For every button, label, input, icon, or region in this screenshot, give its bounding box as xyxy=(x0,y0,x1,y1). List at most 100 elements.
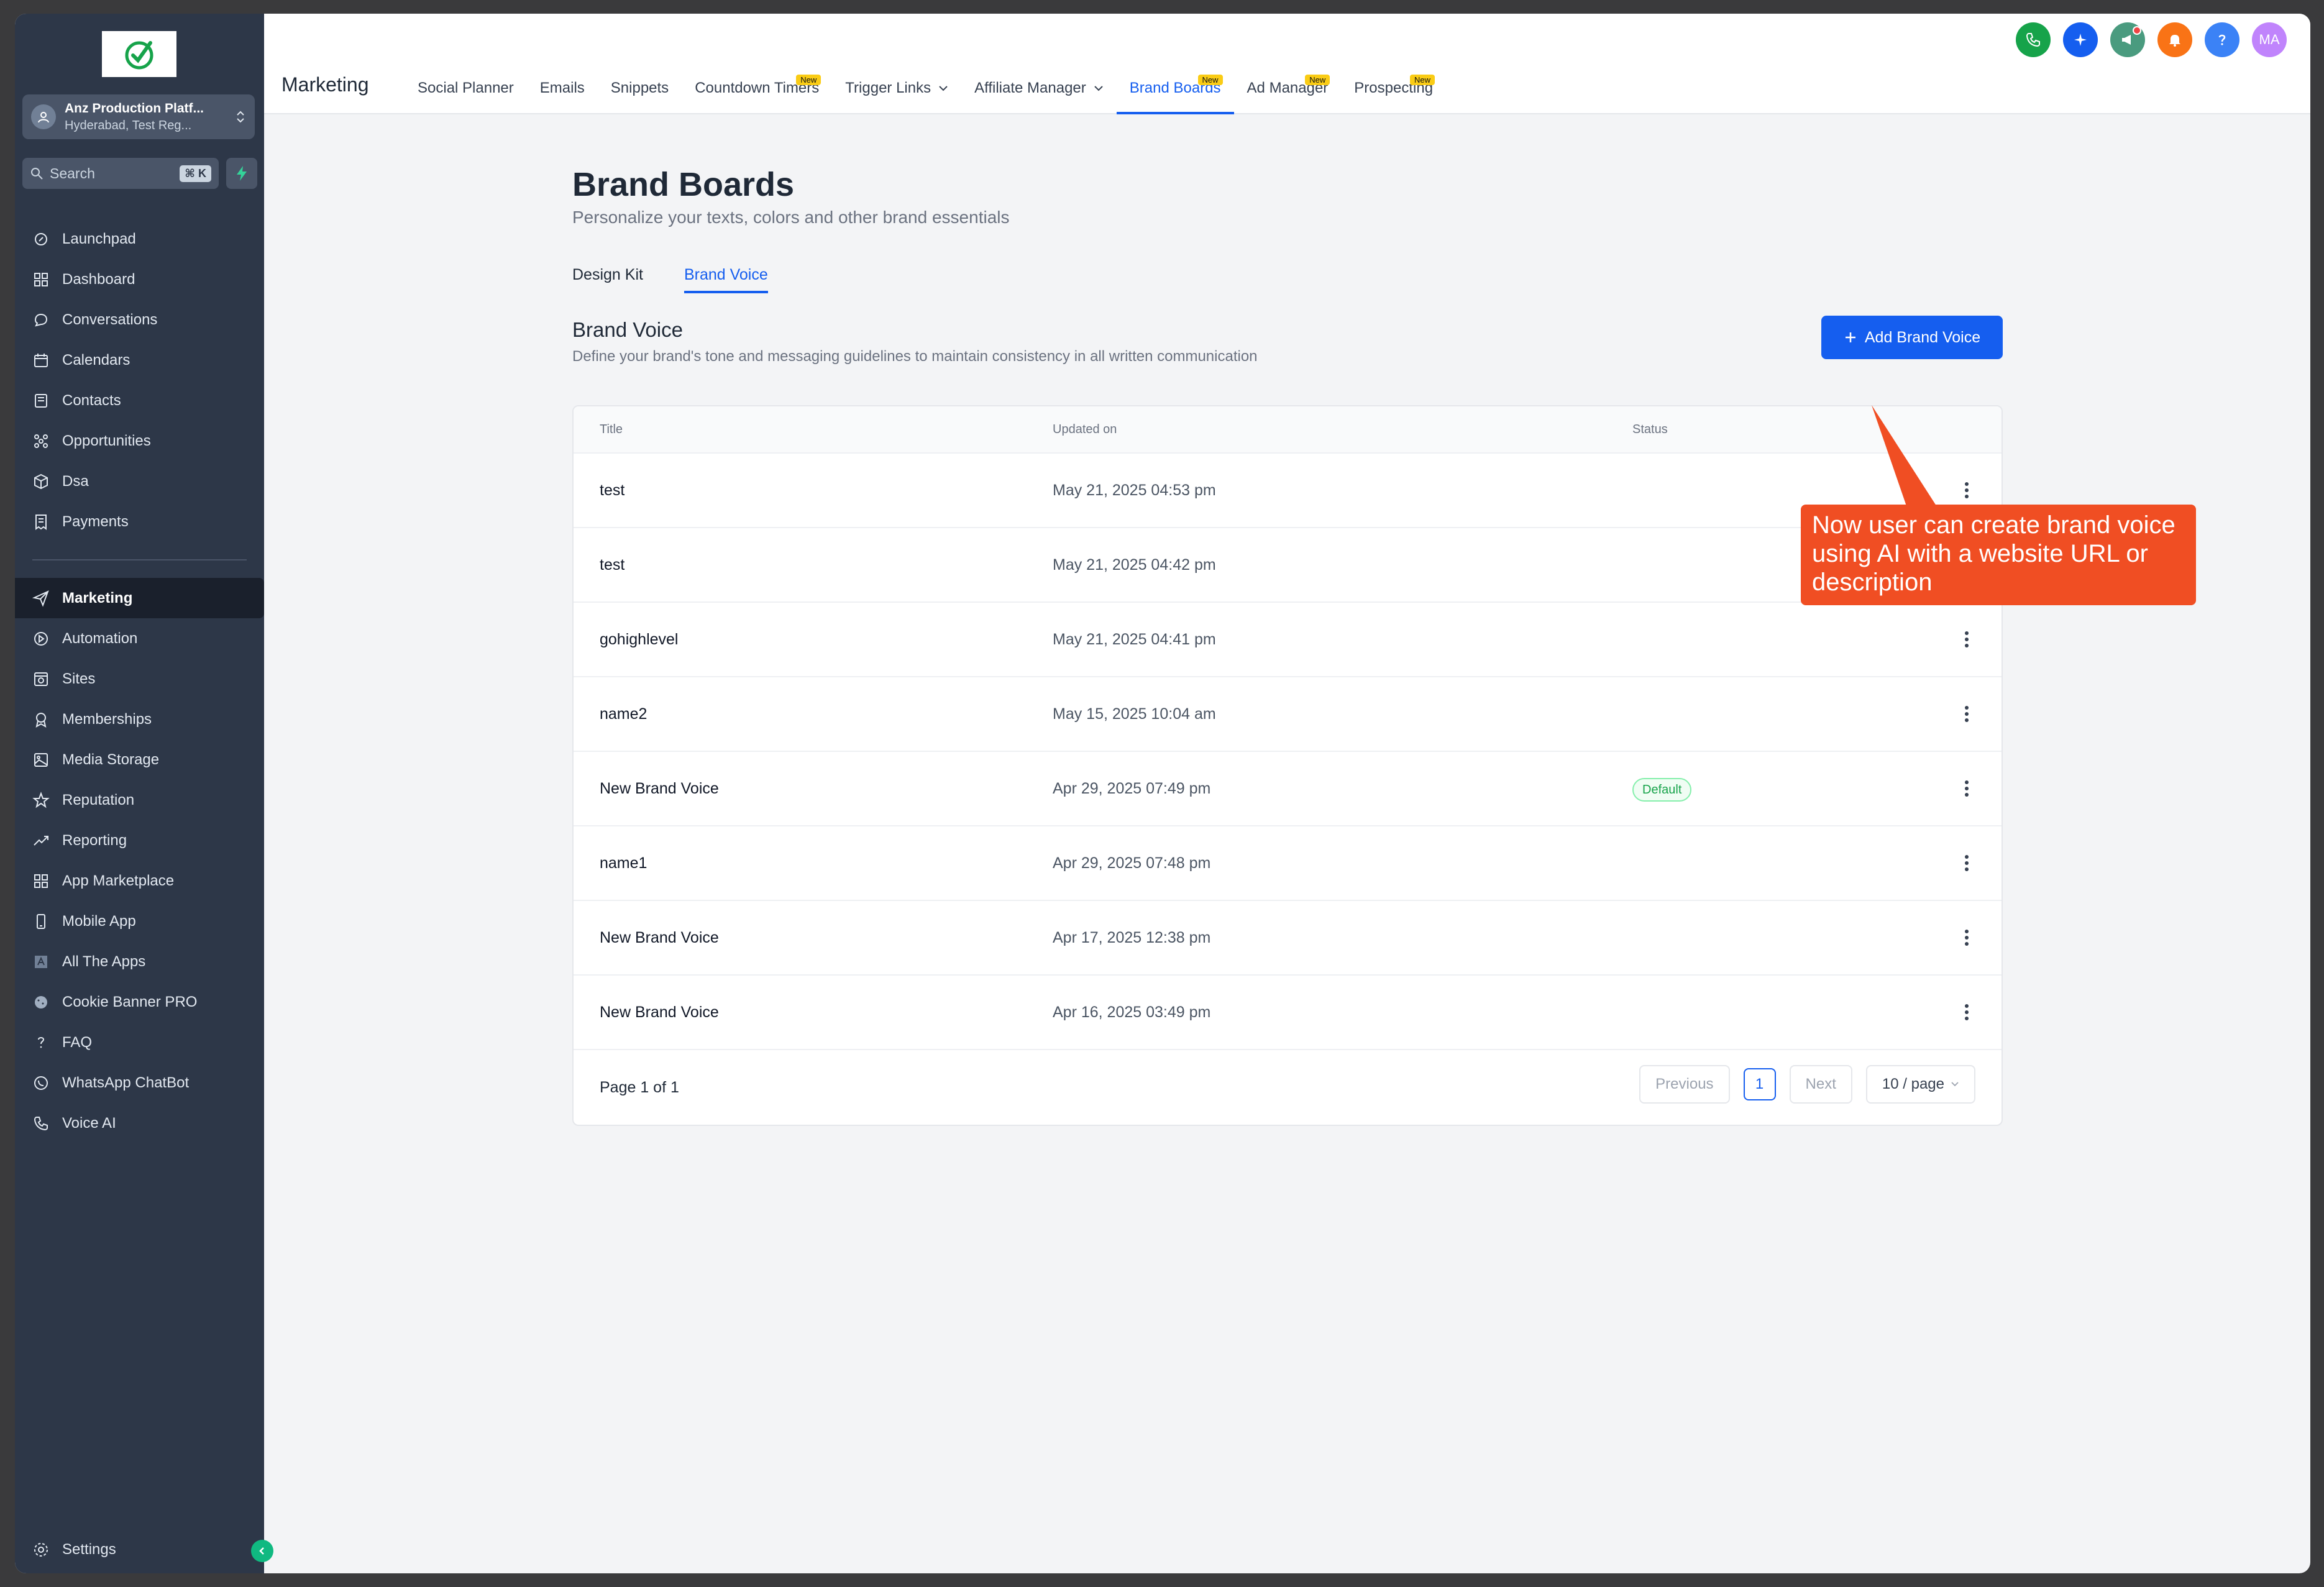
sidebar-item-memberships[interactable]: Memberships xyxy=(15,699,264,739)
help-button[interactable] xyxy=(2205,22,2239,57)
sidebar-item-faq[interactable]: FAQ xyxy=(15,1022,264,1063)
row-title: New Brand Voice xyxy=(600,928,719,946)
table-row[interactable]: name1 Apr 29, 2025 07:48 pm xyxy=(574,826,2001,901)
megaphone-icon xyxy=(2122,35,2131,45)
gear-icon xyxy=(34,1543,48,1557)
sidebar-item-dsa[interactable]: Dsa xyxy=(15,461,264,501)
sidebar-item-media-storage[interactable]: Media Storage xyxy=(15,739,264,780)
sidebar-item-conversations[interactable]: Conversations xyxy=(15,300,264,340)
tab-label: Emails xyxy=(539,80,585,96)
tab-ad-manager[interactable]: Ad Manager New xyxy=(1234,62,1342,114)
sidebar-item-cookie-banner-pro[interactable]: Cookie Banner PRO xyxy=(15,982,264,1022)
tab-design-kit[interactable]: Design Kit xyxy=(572,260,643,293)
sidebar-item-automation[interactable]: Automation xyxy=(15,618,264,659)
kebab-menu-icon xyxy=(1965,855,1969,871)
sidebar-item-settings[interactable]: Settings xyxy=(15,1531,264,1568)
row-title: test xyxy=(600,481,625,499)
sidebar-nav: Launchpad Dashboard Conversations Calendars… xyxy=(15,219,264,1143)
star-icon xyxy=(32,791,50,808)
row-menu-button[interactable] xyxy=(1954,925,1979,950)
sidebar-item-all-the-apps[interactable]: All The Apps xyxy=(15,941,264,982)
tab-trigger-links[interactable]: Trigger Links xyxy=(832,62,961,114)
sidebar-item-reputation[interactable]: Reputation xyxy=(15,780,264,820)
row-menu-button[interactable] xyxy=(1954,1000,1979,1025)
kebab-menu-icon xyxy=(1965,780,1969,797)
add-brand-voice-button[interactable]: Add Brand Voice xyxy=(1821,316,2003,359)
sidebar-item-whatsapp-chatbot[interactable]: WhatsApp ChatBot xyxy=(15,1063,264,1103)
badge-icon xyxy=(35,712,47,728)
sidebar-item-label: Cookie Banner PRO xyxy=(62,993,198,1010)
tab-affiliate-manager[interactable]: Affiliate Manager xyxy=(961,62,1117,114)
table-row[interactable]: name2 May 15, 2025 10:04 am xyxy=(574,677,2001,752)
sidebar-item-label: Launchpad xyxy=(62,230,136,247)
row-updated: Apr 17, 2025 12:38 pm xyxy=(1053,928,1211,946)
row-menu-button[interactable] xyxy=(1954,851,1979,876)
sidebar-item-label: Voice AI xyxy=(62,1114,116,1132)
tab-prospecting[interactable]: Prospecting New xyxy=(1341,62,1446,114)
cookie-icon xyxy=(35,995,47,1008)
sidebar-item-label: Media Storage xyxy=(62,751,160,768)
chevron-left-icon xyxy=(259,1547,264,1555)
table-row[interactable]: test May 21, 2025 04:42 pm xyxy=(574,528,2001,603)
table-row[interactable]: test May 21, 2025 04:53 pm xyxy=(574,454,2001,528)
sidebar-item-label: Conversations xyxy=(62,311,158,328)
sidebar-item-dashboard[interactable]: Dashboard xyxy=(15,259,264,300)
sidebar-search[interactable]: Search ⌘ K xyxy=(22,158,219,189)
tab-brand-voice[interactable]: Brand Voice xyxy=(684,260,768,293)
sites-icon xyxy=(34,672,48,686)
table-row[interactable]: New Brand Voice Apr 17, 2025 12:38 pm xyxy=(574,901,2001,976)
account-switcher[interactable]: Anz Production Platf... Hyderabad, Test … xyxy=(22,94,255,139)
table-row[interactable]: gohighlevel May 21, 2025 04:41 pm xyxy=(574,603,2001,677)
next-page-button[interactable]: Next xyxy=(1789,1065,1852,1104)
sidebar-item-payments[interactable]: Payments xyxy=(15,501,264,542)
sidebar-item-label: Automation xyxy=(62,629,138,647)
row-menu-button[interactable] xyxy=(1954,776,1979,801)
table-row[interactable]: New Brand Voice Apr 29, 2025 07:49 pm Defa… xyxy=(574,752,2001,826)
sidebar-item-reporting[interactable]: Reporting xyxy=(15,820,264,861)
sidebar-item-launchpad[interactable]: Launchpad xyxy=(15,219,264,259)
nav-divider xyxy=(32,559,247,560)
previous-page-button[interactable]: Previous xyxy=(1639,1065,1730,1104)
row-title: New Brand Voice xyxy=(600,779,719,797)
sidebar-item-app-marketplace[interactable]: App Marketplace xyxy=(15,861,264,901)
collapse-sidebar-button[interactable] xyxy=(251,1540,273,1562)
pagination: Previous 1 Next 10 / page xyxy=(1639,1065,1975,1104)
sidebar-item-voice-ai[interactable]: Voice AI xyxy=(15,1103,264,1143)
sidebar-item-label: Payments xyxy=(62,513,129,530)
sidebar-item-opportunities[interactable]: Opportunities xyxy=(15,421,264,461)
quick-action-button[interactable] xyxy=(226,158,257,189)
tab-social-planner[interactable]: Social Planner xyxy=(405,62,527,114)
phone-call-button[interactable] xyxy=(2016,22,2051,57)
table-row[interactable]: New Brand Voice Apr 16, 2025 03:49 pm xyxy=(574,976,2001,1050)
sidebar-item-calendars[interactable]: Calendars xyxy=(15,340,264,380)
row-menu-button[interactable] xyxy=(1954,702,1979,726)
tab-snippets[interactable]: Snippets xyxy=(598,62,682,114)
question-icon xyxy=(38,1036,45,1048)
kebab-menu-icon xyxy=(1965,706,1969,722)
tab-label: Trigger Links xyxy=(845,80,931,96)
rocket-icon xyxy=(35,232,47,245)
sidebar-item-label: Reputation xyxy=(62,791,135,808)
row-menu-button[interactable] xyxy=(1954,478,1979,503)
sidebar-item-mobile-app[interactable]: Mobile App xyxy=(15,901,264,941)
sidebar-item-sites[interactable]: Sites xyxy=(15,659,264,699)
sidebar-item-label: App Marketplace xyxy=(62,872,175,889)
whatsapp-icon xyxy=(34,1076,48,1090)
row-menu-button[interactable] xyxy=(1954,627,1979,652)
tab-countdown-timers[interactable]: Countdown Timers New xyxy=(682,62,832,114)
tab-emails[interactable]: Emails xyxy=(527,62,598,114)
row-updated: May 21, 2025 04:41 pm xyxy=(1053,630,1216,648)
sidebar-item-contacts[interactable]: Contacts xyxy=(15,380,264,421)
sidebar-item-marketing[interactable]: Marketing xyxy=(15,578,264,618)
tab-brand-boards[interactable]: Brand Boards New xyxy=(1116,62,1234,114)
notifications-button[interactable] xyxy=(2157,22,2192,57)
lightning-icon xyxy=(237,166,247,181)
logo[interactable] xyxy=(102,31,176,77)
section-title: Marketing xyxy=(281,73,369,96)
announcements-button[interactable] xyxy=(2110,22,2145,57)
page-size-select[interactable]: 10 / page xyxy=(1865,1065,1975,1104)
page-number-button[interactable]: 1 xyxy=(1743,1068,1776,1100)
row-title: New Brand Voice xyxy=(600,1003,719,1021)
ai-assist-button[interactable] xyxy=(2063,22,2098,57)
user-avatar[interactable]: MA xyxy=(2252,22,2287,57)
